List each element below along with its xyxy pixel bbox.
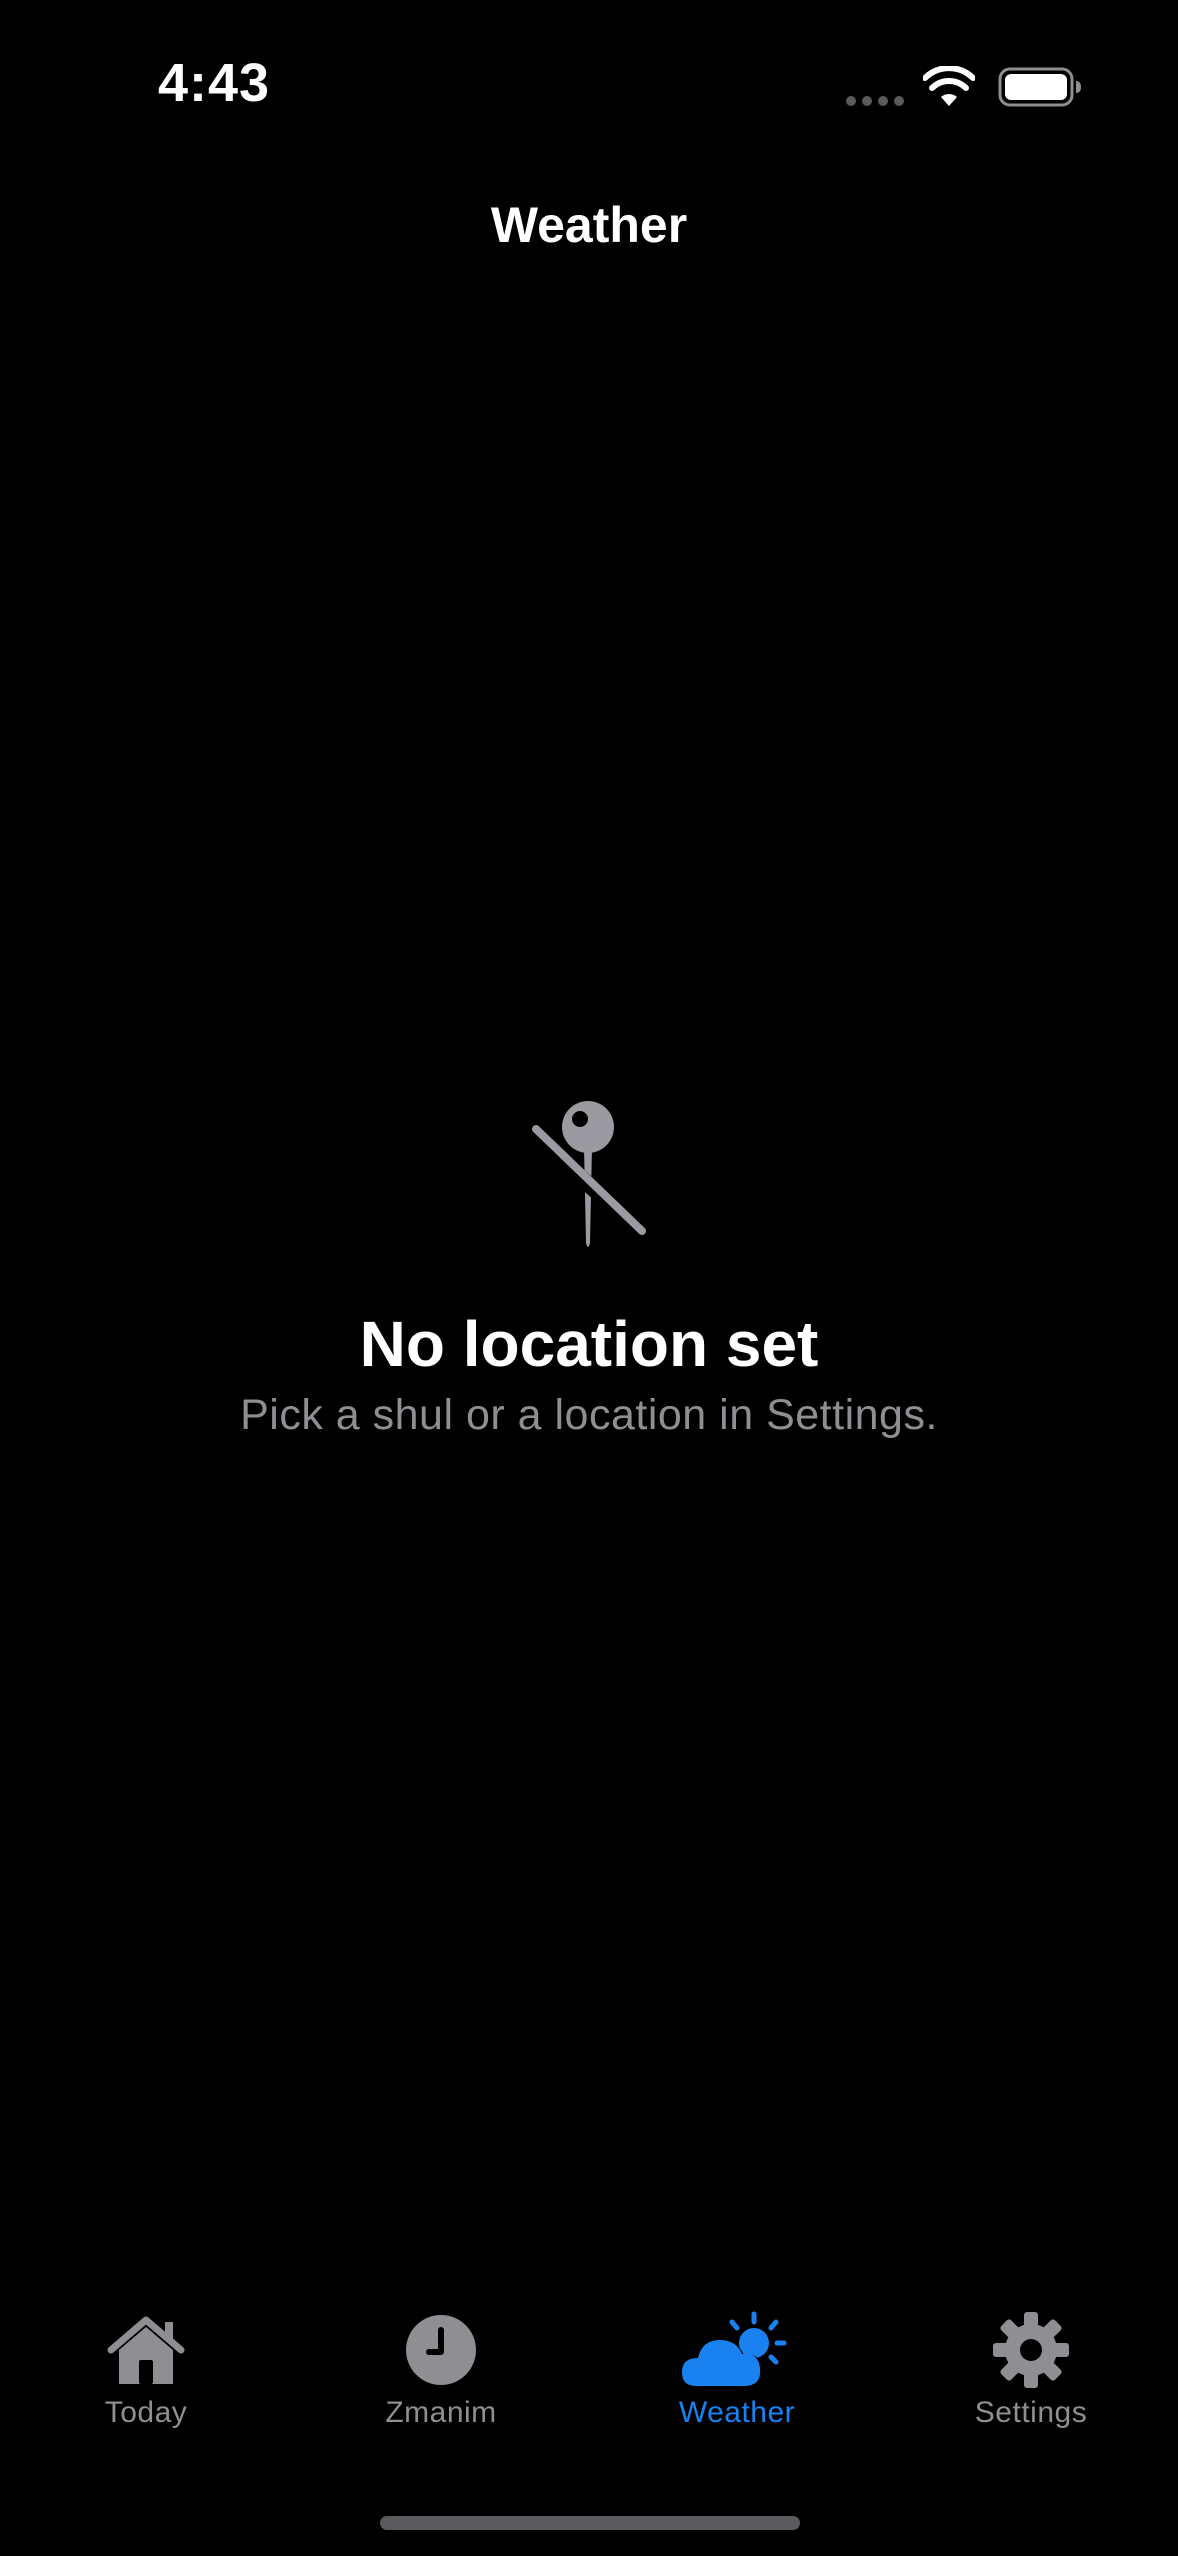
empty-state-subtitle: Pick a shul or a location in Settings. <box>240 1391 938 1439</box>
cloud-sun-icon <box>682 2311 787 2389</box>
tab-label: Settings <box>974 2396 1088 2429</box>
gear-icon <box>993 2312 1069 2388</box>
tab-weather[interactable]: Weather <box>617 2310 857 2460</box>
tab-today[interactable]: Today <box>26 2310 266 2460</box>
status-time: 4:43 <box>158 53 271 113</box>
empty-state-title: No location set <box>359 1308 819 1380</box>
wifi-icon <box>923 66 975 106</box>
tab-label: Zmanim <box>385 2396 497 2429</box>
page-title: Weather <box>490 197 688 253</box>
cellular-signal-icon <box>846 96 904 106</box>
status-bar: 4:43 <box>0 0 1178 150</box>
tab-label: Today <box>104 2396 188 2429</box>
battery-icon <box>998 67 1081 107</box>
tab-label: Weather <box>678 2396 796 2429</box>
tab-settings[interactable]: Settings <box>911 2310 1151 2460</box>
house-icon <box>107 2316 185 2384</box>
empty-state: No location set Pick a shul or a locatio… <box>0 1095 1178 1443</box>
location-slash-icon <box>530 1101 648 1247</box>
tab-zmanim[interactable]: Zmanim <box>321 2310 561 2460</box>
tab-bar: Today Zmanim Weather Settings <box>0 2310 1178 2460</box>
clock-icon <box>406 2315 476 2385</box>
home-indicator[interactable] <box>380 2516 800 2530</box>
